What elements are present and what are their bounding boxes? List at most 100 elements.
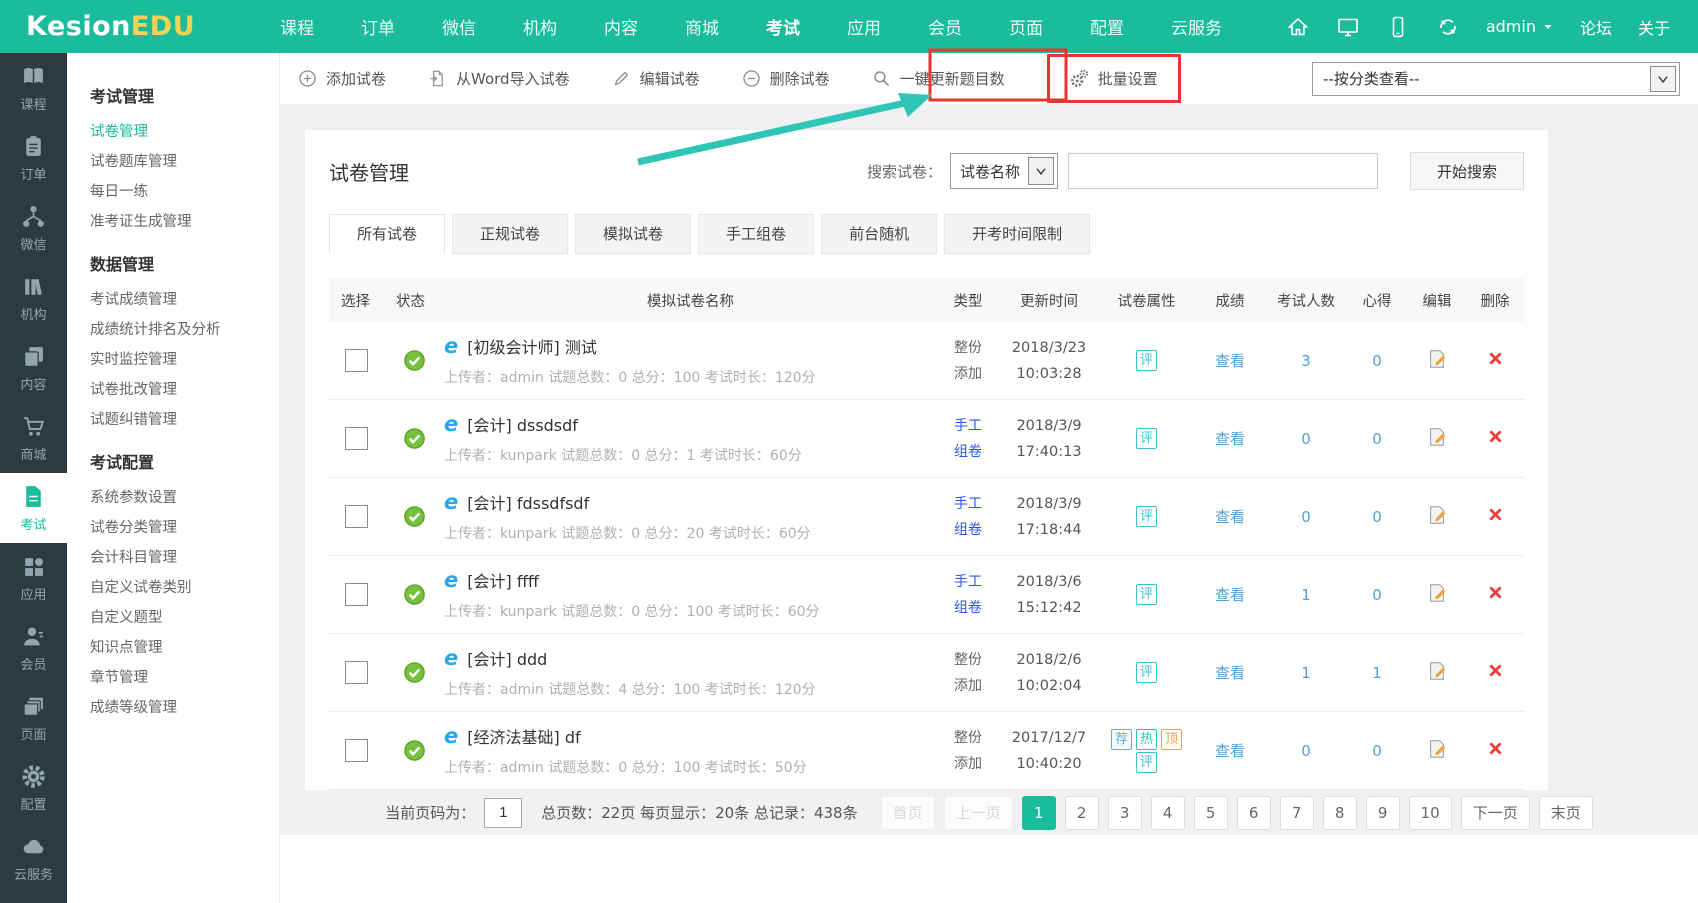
toolbar-button[interactable]: 批量设置 <box>1047 54 1181 103</box>
tab-前台随机[interactable]: 前台随机 <box>821 214 937 254</box>
tab-模拟试卷[interactable]: 模拟试卷 <box>575 214 691 254</box>
attr-badge[interactable]: 评 <box>1136 428 1157 449</box>
nav-item[interactable]: 内容 <box>604 14 638 39</box>
nav-link-forum[interactable]: 论坛 <box>1580 15 1612 39</box>
attr-badge[interactable]: 评 <box>1136 752 1157 773</box>
menu-item[interactable]: 成绩等级管理 <box>90 693 279 723</box>
paper-type[interactable]: 手工组卷 <box>937 413 999 465</box>
delete-icon[interactable] <box>1487 740 1504 757</box>
first-page-button[interactable]: 首页 <box>881 796 935 830</box>
page-number-button[interactable]: 6 <box>1237 796 1271 830</box>
sidebar-item-grid[interactable]: 应用 <box>0 543 67 613</box>
toolbar-button[interactable]: 编辑试卷 <box>612 68 700 89</box>
menu-item[interactable]: 自定义题型 <box>90 603 279 633</box>
view-score-link[interactable]: 查看 <box>1215 430 1245 448</box>
sidebar-item-file[interactable]: 考试 <box>0 473 67 543</box>
paper-type[interactable]: 手工组卷 <box>937 491 999 543</box>
menu-item[interactable]: 试卷题库管理 <box>90 147 279 177</box>
attr-badge[interactable]: 热 <box>1136 729 1157 750</box>
toolbar-button[interactable]: 一键更新题目数 <box>872 68 1005 89</box>
nav-item[interactable]: 微信 <box>442 14 476 39</box>
menu-item[interactable]: 考试成绩管理 <box>90 285 279 315</box>
sidebar-item-user[interactable]: 会员 <box>0 613 67 683</box>
tab-开考时间限制[interactable]: 开考时间限制 <box>944 214 1090 254</box>
delete-icon[interactable] <box>1487 662 1504 679</box>
paper-title[interactable]: [初级会计师] 测试 <box>467 334 597 358</box>
sidebar-item-pages[interactable]: 页面 <box>0 683 67 753</box>
sidebar-item-clipboard[interactable]: 订单 <box>0 123 67 193</box>
delete-icon[interactable] <box>1487 584 1504 601</box>
user-menu[interactable]: admin <box>1486 17 1554 36</box>
menu-item[interactable]: 每日一练 <box>90 177 279 207</box>
edit-icon[interactable] <box>1426 504 1448 526</box>
menu-item[interactable]: 试卷管理 <box>90 117 279 147</box>
search-button[interactable]: 开始搜索 <box>1410 152 1524 190</box>
last-page-button[interactable]: 末页 <box>1539 796 1593 830</box>
home-icon[interactable] <box>1286 15 1310 39</box>
attr-badge[interactable]: 评 <box>1136 350 1157 371</box>
nav-item[interactable]: 会员 <box>928 14 962 39</box>
row-checkbox[interactable] <box>345 427 368 450</box>
menu-item[interactable]: 自定义试卷类别 <box>90 573 279 603</box>
monitor-icon[interactable] <box>1336 15 1360 39</box>
page-number-button[interactable]: 2 <box>1065 796 1099 830</box>
attr-badge[interactable]: 荐 <box>1111 729 1132 750</box>
menu-item[interactable]: 章节管理 <box>90 663 279 693</box>
sidebar-item-library[interactable]: 机构 <box>0 263 67 333</box>
search-field-select[interactable]: 试卷名称 <box>950 153 1058 189</box>
page-number-button[interactable]: 3 <box>1108 796 1142 830</box>
sync-icon[interactable] <box>1436 15 1460 39</box>
delete-icon[interactable] <box>1487 428 1504 445</box>
row-checkbox[interactable] <box>345 349 368 372</box>
attr-badge[interactable]: 评 <box>1136 662 1157 683</box>
menu-item[interactable]: 知识点管理 <box>90 633 279 663</box>
menu-item[interactable]: 准考证生成管理 <box>90 207 279 237</box>
menu-item[interactable]: 成绩统计排名及分析 <box>90 315 279 345</box>
nav-item[interactable]: 考试 <box>766 14 800 39</box>
sidebar-item-sitemap[interactable]: 微信 <box>0 193 67 263</box>
nav-link-about[interactable]: 关于 <box>1638 15 1670 39</box>
sidebar-item-cloud[interactable]: 云服务 <box>0 823 67 893</box>
sidebar-item-book[interactable]: 课程 <box>0 53 67 123</box>
nav-item[interactable]: 云服务 <box>1171 14 1222 39</box>
toolbar-button[interactable]: 从Word导入试卷 <box>428 68 570 89</box>
paper-title[interactable]: [会计] ffff <box>467 568 539 592</box>
paper-title[interactable]: [经济法基础] df <box>467 724 580 748</box>
delete-icon[interactable] <box>1487 506 1504 523</box>
page-number-button[interactable]: 8 <box>1323 796 1357 830</box>
nav-item[interactable]: 页面 <box>1009 14 1043 39</box>
edit-icon[interactable] <box>1426 426 1448 448</box>
view-score-link[interactable]: 查看 <box>1215 352 1245 370</box>
edit-icon[interactable] <box>1426 660 1448 682</box>
view-score-link[interactable]: 查看 <box>1215 664 1245 682</box>
tab-手工组卷[interactable]: 手工组卷 <box>698 214 814 254</box>
view-score-link[interactable]: 查看 <box>1215 508 1245 526</box>
app-logo[interactable]: KesionEDU <box>0 11 280 42</box>
menu-item[interactable]: 试卷分类管理 <box>90 513 279 543</box>
next-page-button[interactable]: 下一页 <box>1461 796 1530 830</box>
page-number-button[interactable]: 10 <box>1409 796 1452 830</box>
row-checkbox[interactable] <box>345 739 368 762</box>
nav-item[interactable]: 应用 <box>847 14 881 39</box>
paper-title[interactable]: [会计] fdssdfsdf <box>467 490 589 514</box>
nav-item[interactable]: 商城 <box>685 14 719 39</box>
row-checkbox[interactable] <box>345 583 368 606</box>
mobile-icon[interactable] <box>1386 15 1410 39</box>
toolbar-button[interactable]: 删除试卷 <box>742 68 830 89</box>
menu-item[interactable]: 试题纠错管理 <box>90 405 279 435</box>
tab-正规试卷[interactable]: 正规试卷 <box>452 214 568 254</box>
category-filter-select[interactable]: --按分类查看-- <box>1312 62 1680 96</box>
paper-type[interactable]: 手工组卷 <box>937 569 999 621</box>
edit-icon[interactable] <box>1426 348 1448 370</box>
nav-item[interactable]: 配置 <box>1090 14 1124 39</box>
paper-title[interactable]: [会计] ddd <box>467 646 547 670</box>
page-number-button[interactable]: 5 <box>1194 796 1228 830</box>
nav-item[interactable]: 机构 <box>523 14 557 39</box>
attr-badge[interactable]: 评 <box>1136 584 1157 605</box>
sidebar-item-copy[interactable]: 内容 <box>0 333 67 403</box>
nav-item[interactable]: 订单 <box>361 14 395 39</box>
page-number-button[interactable]: 4 <box>1151 796 1185 830</box>
page-number-button[interactable]: 7 <box>1280 796 1314 830</box>
menu-item[interactable]: 会计科目管理 <box>90 543 279 573</box>
paper-title[interactable]: [会计] dssdsdf <box>467 412 578 436</box>
